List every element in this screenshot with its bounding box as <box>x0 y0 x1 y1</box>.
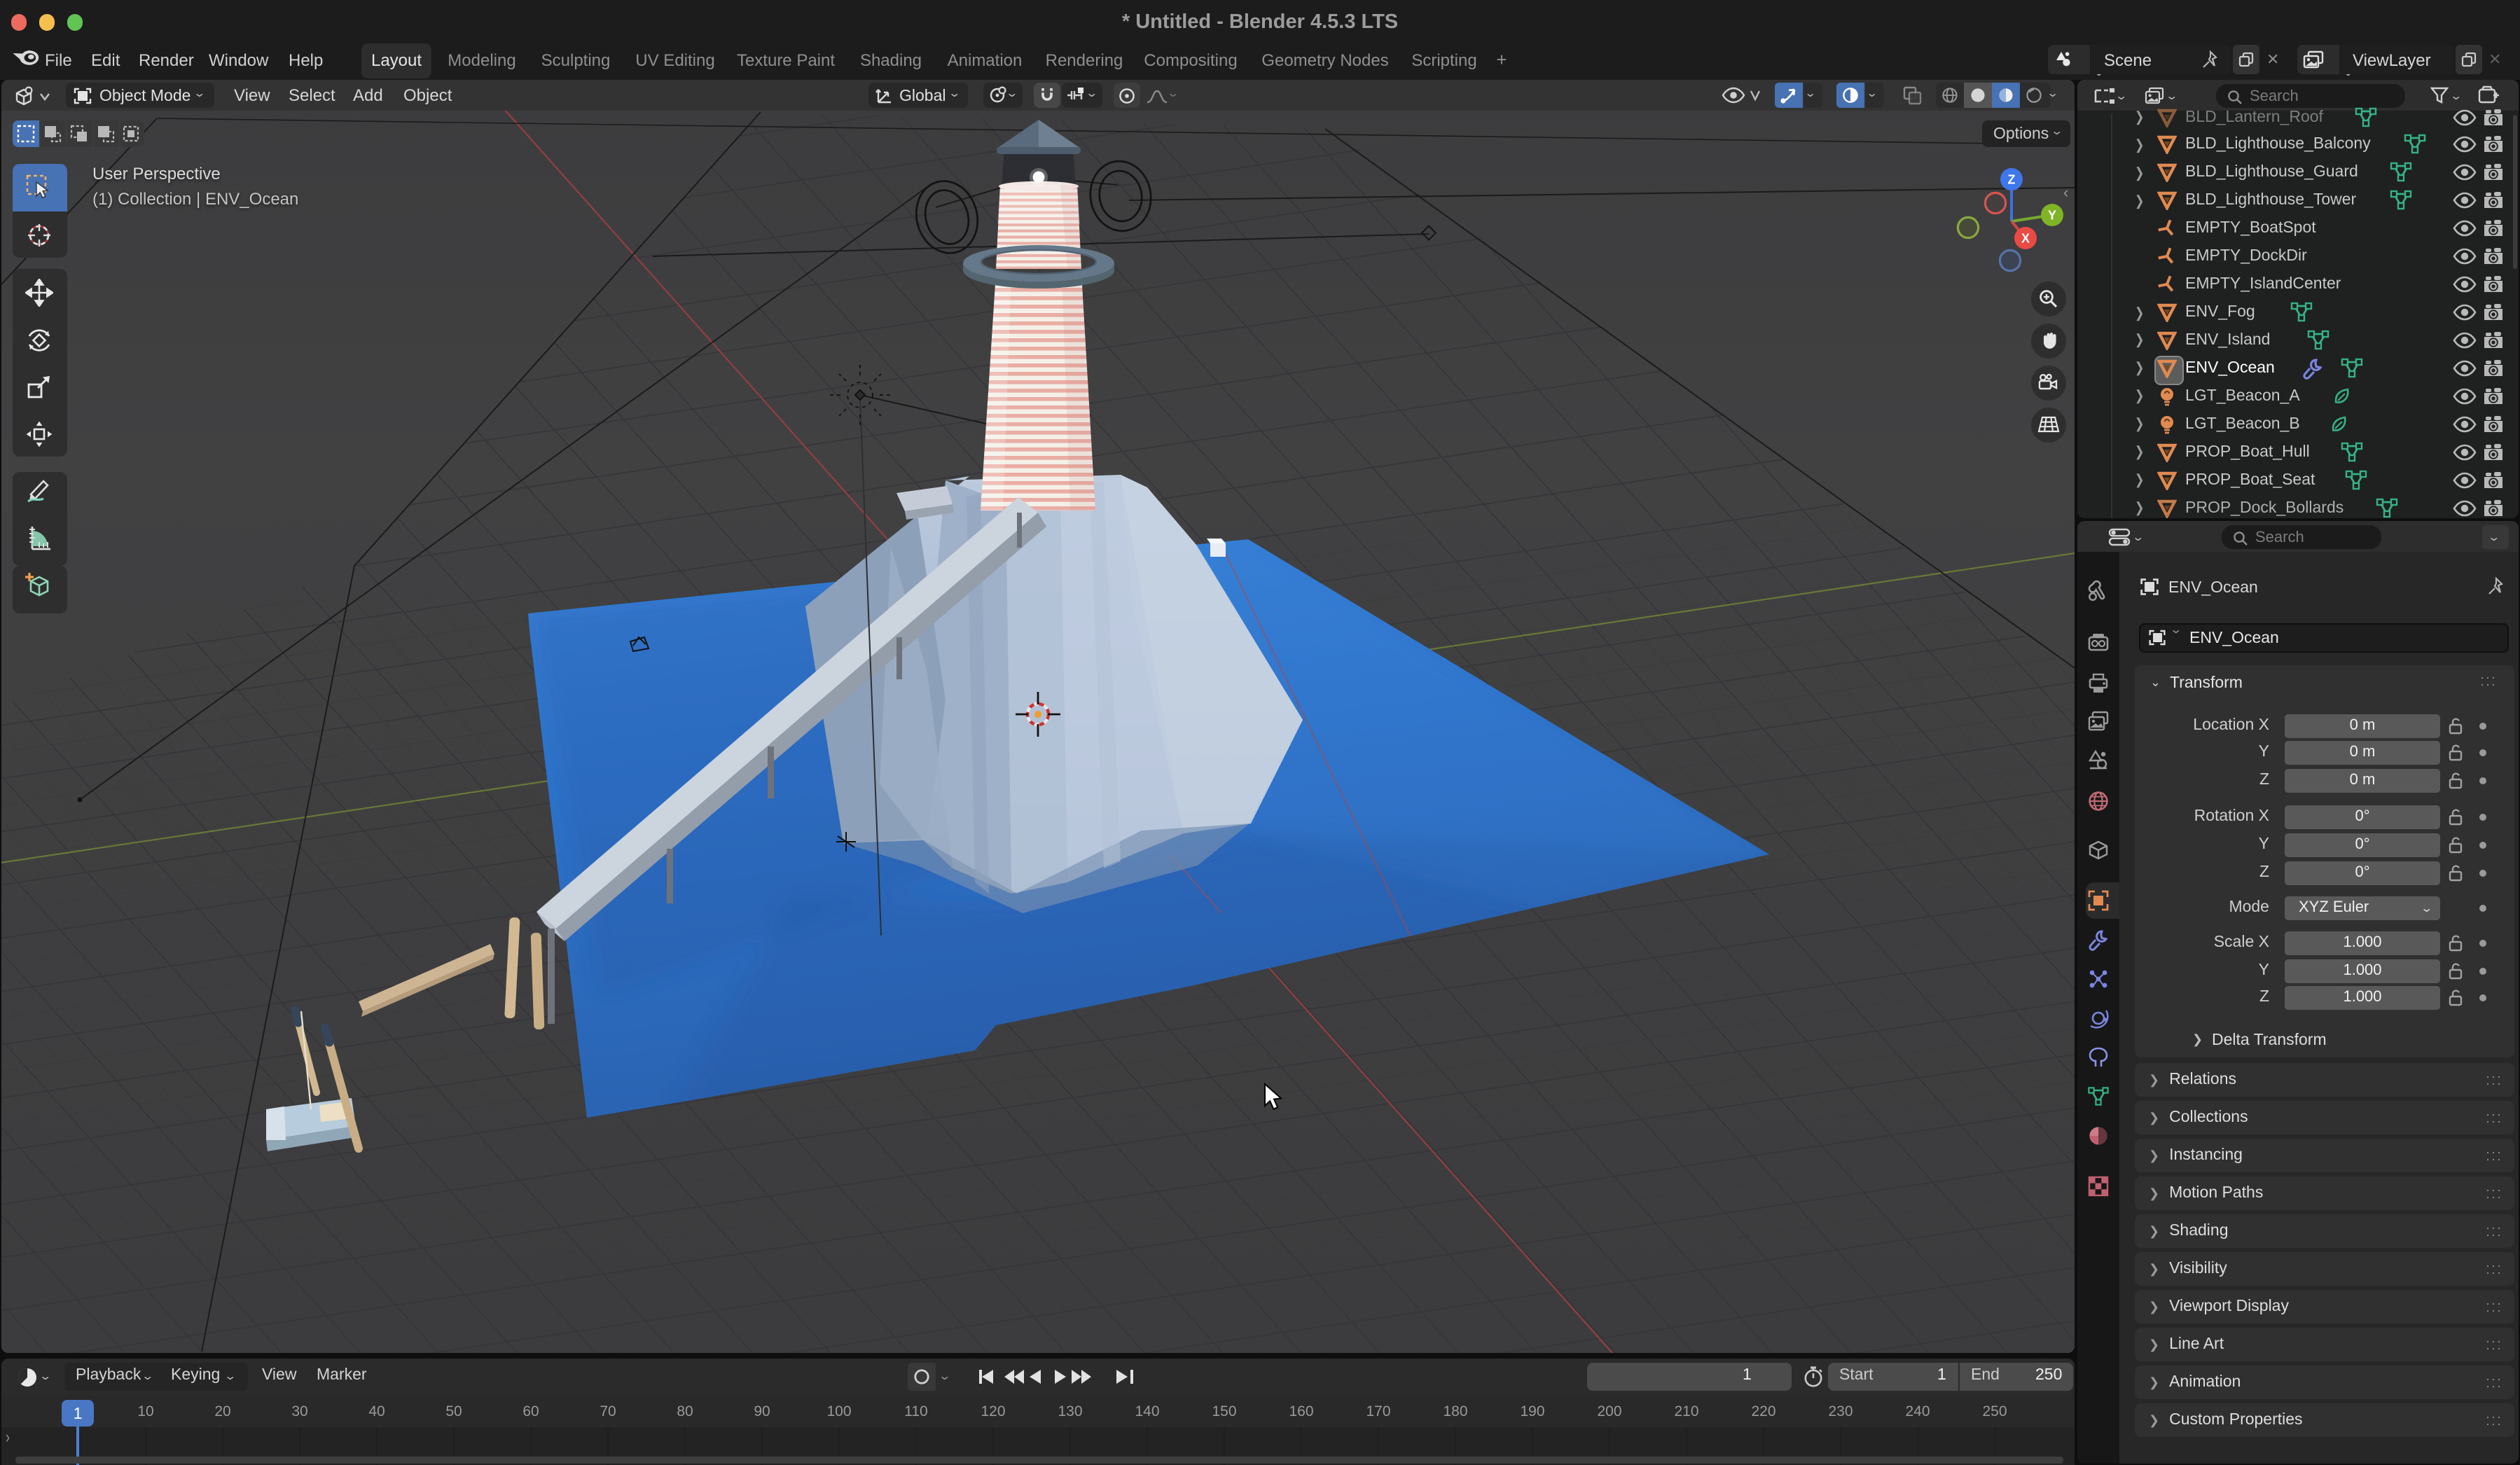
svg-text:200: 200 <box>1597 1403 1621 1419</box>
svg-text:110: 110 <box>904 1403 927 1419</box>
svg-text:230: 230 <box>1828 1403 1853 1419</box>
svg-text:170: 170 <box>1366 1403 1390 1419</box>
svg-text:150: 150 <box>1212 1403 1236 1419</box>
svg-text:X: X <box>2021 231 2030 245</box>
svg-text:40: 40 <box>368 1403 385 1419</box>
svg-text:160: 160 <box>1289 1403 1313 1419</box>
svg-text:180: 180 <box>1443 1403 1467 1419</box>
svg-text:70: 70 <box>600 1403 616 1419</box>
svg-text:50: 50 <box>445 1403 462 1419</box>
svg-text:120: 120 <box>981 1403 1005 1419</box>
svg-text:90: 90 <box>754 1403 770 1419</box>
svg-text:240: 240 <box>1905 1403 1930 1419</box>
svg-text:1: 1 <box>74 1404 83 1422</box>
svg-text:60: 60 <box>522 1403 539 1419</box>
svg-text:Y: Y <box>2048 208 2056 222</box>
svg-text:190: 190 <box>1520 1403 1544 1419</box>
svg-text:250: 250 <box>1982 1403 2007 1419</box>
svg-text:Z: Z <box>2008 172 2016 186</box>
svg-text:10: 10 <box>137 1403 153 1419</box>
svg-text:100: 100 <box>826 1403 851 1419</box>
svg-text:210: 210 <box>1674 1403 1698 1419</box>
svg-text:220: 220 <box>1751 1403 1775 1419</box>
svg-text:140: 140 <box>1135 1403 1159 1419</box>
svg-text:20: 20 <box>214 1403 230 1419</box>
svg-text:30: 30 <box>291 1403 307 1419</box>
svg-text:130: 130 <box>1058 1403 1082 1419</box>
svg-text:80: 80 <box>677 1403 693 1419</box>
